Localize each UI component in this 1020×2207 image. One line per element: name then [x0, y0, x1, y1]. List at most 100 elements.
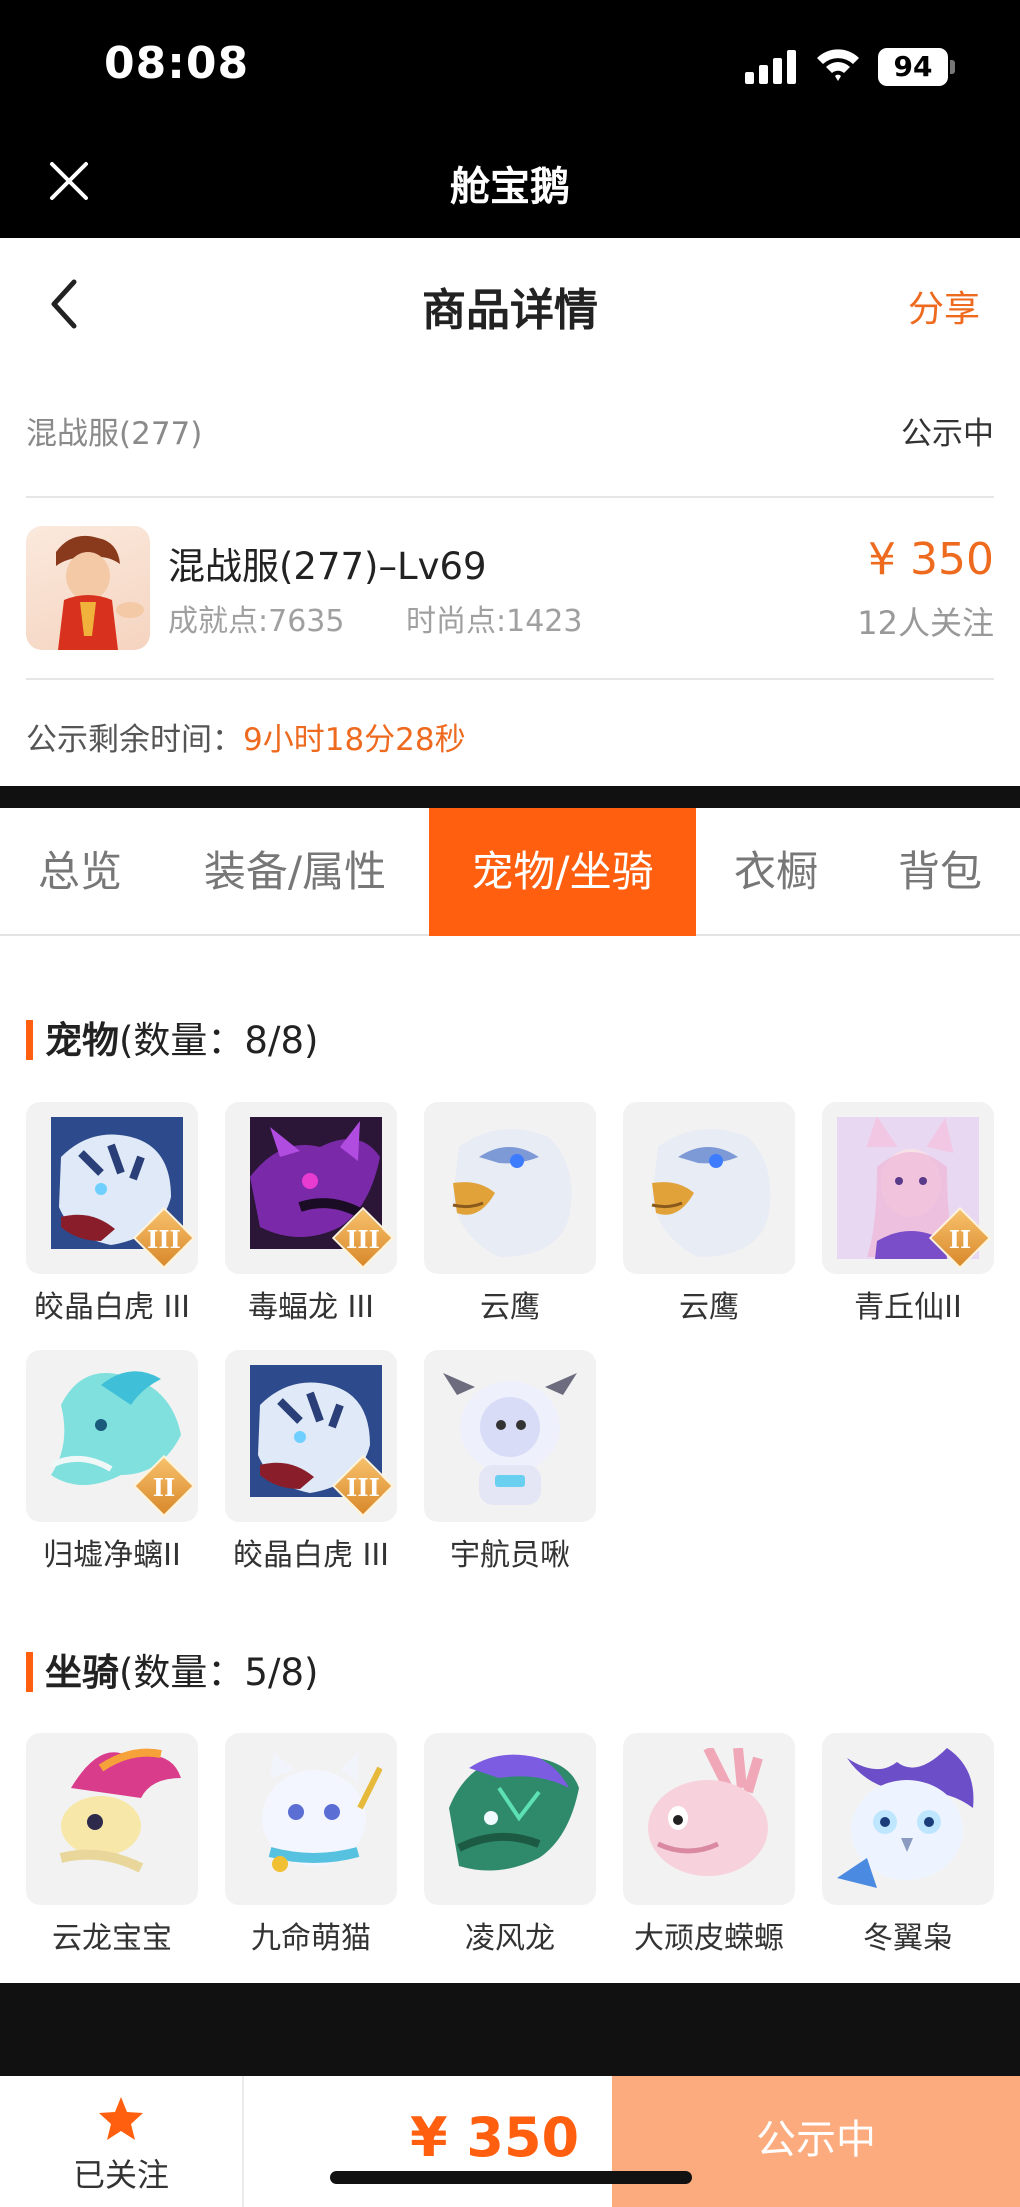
tab-bag[interactable]: 背包	[880, 808, 1000, 936]
battery-tip	[950, 60, 955, 74]
divider	[26, 496, 994, 498]
pets-thumbnail: III	[26, 1102, 198, 1274]
footer-spacer	[0, 1983, 1020, 2076]
mounts-thumbnail	[26, 1733, 198, 1905]
mounts-name: 大顽皮蝾螈	[634, 1921, 784, 1956]
tab-bar: 总览 装备/属性 宠物/坐骑 衣橱 背包	[0, 808, 1020, 936]
tier-badge-label: III	[346, 1473, 380, 1502]
remaining-label: 公示剩余时间：	[26, 722, 243, 758]
mounts-thumbnail	[225, 1733, 397, 1905]
bottom-price: ¥ 350	[410, 2106, 580, 2169]
wind-dragon-icon	[449, 1754, 579, 1871]
salamander-icon	[648, 1748, 768, 1876]
mounts-name: 冬翼枭	[863, 1921, 953, 1956]
pets-item[interactable]: 云鹰	[623, 1102, 795, 1326]
star-icon	[99, 2097, 143, 2140]
mounts-thumbnail	[623, 1733, 795, 1905]
app-bar: 舱宝鹅	[0, 130, 1020, 238]
share-button[interactable]: 分享	[908, 280, 980, 332]
astronaut-pet-icon	[443, 1373, 577, 1505]
pets-name: 归墟净螭II	[43, 1538, 181, 1573]
mounts-item[interactable]: 云龙宝宝	[26, 1733, 198, 1957]
pets-item[interactable]: III 毒蝠龙 III	[225, 1102, 397, 1326]
follow-label: 已关注	[72, 2156, 169, 2194]
battery-icon: 94	[878, 48, 948, 86]
nav-bar: 商品详情 分享	[0, 238, 1020, 368]
pets-name: 云鹰	[679, 1290, 739, 1325]
character-stats: 成就点:7635 时尚点:1423	[168, 596, 634, 640]
divider	[26, 678, 994, 680]
tier-badge-label: II	[152, 1473, 176, 1502]
status-time: 08:08	[104, 38, 250, 89]
pets-name: 青丘仙II	[854, 1290, 962, 1325]
mounts-item[interactable]: 凌风龙	[424, 1733, 596, 1957]
server-row: 混战服(277) 公示中	[26, 408, 994, 458]
section-marker	[26, 1652, 33, 1692]
character-name: 混战服(277)–Lv69	[168, 545, 487, 588]
baby-cloud-dragon-icon	[59, 1748, 181, 1873]
server-name: 混战服(277)	[26, 416, 203, 452]
fashion-points: 时尚点:1423	[406, 604, 583, 639]
tier-badge-label: II	[948, 1225, 972, 1254]
mounts-name: 云龙宝宝	[52, 1921, 172, 1956]
mounts-name: 九命萌猫	[251, 1921, 371, 1956]
pets-thumbnail	[424, 1350, 596, 1522]
follow-button[interactable]: 已关注	[0, 2076, 244, 2207]
pets-count: (数量：8/8)	[119, 1019, 319, 1062]
pets-title: 宠物	[45, 1019, 119, 1062]
mounts-item[interactable]: 冬翼枭	[822, 1733, 994, 1957]
cute-cat-icon	[262, 1752, 382, 1872]
pets-thumbnail	[424, 1102, 596, 1274]
mounts-thumbnail	[424, 1733, 596, 1905]
mounts-count: (数量：5/8)	[119, 1651, 319, 1694]
cloud-eagle-icon	[452, 1129, 572, 1257]
mounts-thumbnail	[822, 1733, 994, 1905]
status-bar: 08:08 94	[0, 0, 1020, 130]
tab-overview[interactable]: 总览	[20, 808, 140, 936]
pets-name: 皎晶白虎 III	[33, 1290, 191, 1325]
mounts-section-title: 坐骑(数量：5/8)	[26, 1642, 318, 1696]
pets-item[interactable]: II 青丘仙II	[822, 1102, 994, 1326]
tier-badge-label: III	[346, 1225, 380, 1254]
pets-item[interactable]: 云鹰	[424, 1102, 596, 1326]
remaining-time: 公示剩余时间：9小时18分28秒	[26, 714, 466, 759]
pets-thumbnail: II	[822, 1102, 994, 1274]
tab-equipment[interactable]: 装备/属性	[180, 808, 410, 936]
tier-badge-label: III	[147, 1225, 181, 1254]
cloud-eagle-icon	[651, 1129, 771, 1257]
pets-item[interactable]: III 皎晶白虎 III	[225, 1350, 397, 1574]
tab-pets-mounts[interactable]: 宠物/坐骑	[429, 808, 696, 936]
pets-name: 云鹰	[480, 1290, 540, 1325]
page-title: 商品详情	[422, 285, 598, 336]
character-avatar	[26, 526, 150, 650]
signal-icon	[745, 50, 797, 84]
pets-thumbnail: III	[225, 1350, 397, 1522]
pets-thumbnail: II	[26, 1350, 198, 1522]
pets-name: 宇航员啾	[450, 1538, 570, 1573]
follower-count: 12人关注	[857, 604, 994, 642]
section-marker	[26, 1020, 33, 1060]
home-indicator	[330, 2171, 692, 2184]
pets-item[interactable]: II 归墟净螭II	[26, 1350, 198, 1574]
pets-name: 皎晶白虎 III	[232, 1538, 390, 1573]
section-separator	[0, 786, 1020, 808]
listing-price: ¥ 350	[868, 534, 994, 585]
achievement-points: 成就点:7635	[168, 604, 345, 639]
pets-thumbnail: III	[225, 1102, 397, 1274]
wifi-icon	[817, 49, 859, 81]
action-button[interactable]: 公示中	[612, 2076, 1020, 2207]
winter-owl-icon	[837, 1748, 974, 1888]
character-summary[interactable]: 混战服(277)–Lv69 成就点:7635 时尚点:1423 ¥ 350 12…	[26, 526, 994, 656]
listing-status: 公示中	[901, 416, 994, 452]
pets-name: 毒蝠龙 III	[247, 1290, 375, 1325]
pets-item[interactable]: III 皎晶白虎 III	[26, 1102, 198, 1326]
bottom-bar: 已关注 ¥ 350 公示中	[0, 2076, 1020, 2207]
mounts-item[interactable]: 九命萌猫	[225, 1733, 397, 1957]
remaining-value: 9小时18分28秒	[243, 722, 466, 758]
mounts-name: 凌风龙	[465, 1921, 555, 1956]
mounts-item[interactable]: 大顽皮蝾螈	[623, 1733, 795, 1957]
pets-item[interactable]: 宇航员啾	[424, 1350, 596, 1574]
pets-thumbnail	[623, 1102, 795, 1274]
tab-wardrobe[interactable]: 衣橱	[716, 808, 836, 936]
mounts-title: 坐骑	[45, 1651, 119, 1694]
